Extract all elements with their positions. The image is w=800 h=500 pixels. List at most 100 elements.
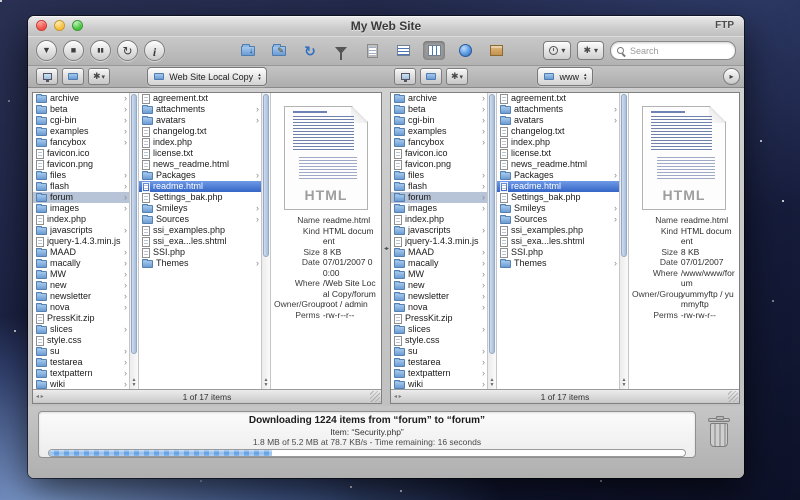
list-item[interactable]: new›: [33, 280, 129, 291]
list-item[interactable]: archive›: [391, 93, 487, 104]
list-item[interactable]: flash›: [33, 181, 129, 192]
list-item[interactable]: flash›: [391, 181, 487, 192]
list-item[interactable]: avatars›: [497, 115, 619, 126]
list-item[interactable]: jquery-1.4.3.min.js: [391, 236, 487, 247]
list-item[interactable]: testarea›: [391, 357, 487, 368]
list-item[interactable]: index.php: [497, 137, 619, 148]
list-item[interactable]: Sources›: [497, 214, 619, 225]
scrollbar[interactable]: ▲▼: [129, 93, 139, 389]
list-item[interactable]: news_readme.html: [139, 159, 261, 170]
list-item[interactable]: forum›: [391, 192, 487, 203]
list-item[interactable]: wiki›: [33, 379, 129, 389]
list-item[interactable]: avatars›: [139, 115, 261, 126]
edit-document-button[interactable]: [361, 41, 383, 60]
list-item[interactable]: favicon.ico: [33, 148, 129, 159]
scrollbar-thumb[interactable]: [621, 94, 627, 257]
server-button[interactable]: [394, 68, 416, 85]
list-item[interactable]: newsletter›: [33, 291, 129, 302]
list-item[interactable]: forum›: [33, 192, 129, 203]
history-dropdown-button[interactable]: ▾: [543, 41, 571, 60]
list-item[interactable]: wiki›: [391, 379, 487, 389]
list-item[interactable]: Settings_bak.php: [497, 192, 619, 203]
list-item[interactable]: newsletter›: [391, 291, 487, 302]
parent-folder-button[interactable]: [62, 68, 84, 85]
scrollbar-arrows-icon[interactable]: ▲▼: [488, 378, 496, 388]
list-item[interactable]: favicon.png: [391, 159, 487, 170]
list-item[interactable]: index.php: [33, 214, 129, 225]
list-item[interactable]: changelog.txt: [497, 126, 619, 137]
list-item[interactable]: favicon.ico: [391, 148, 487, 159]
folder-actions-button[interactable]: ✱▾: [88, 68, 110, 85]
list-item[interactable]: license.txt: [497, 148, 619, 159]
list-item[interactable]: Themes›: [497, 258, 619, 269]
local-column-2[interactable]: agreement.txtattachments›avatars›changel…: [139, 93, 261, 389]
list-item[interactable]: style.css: [33, 335, 129, 346]
list-item[interactable]: su›: [33, 346, 129, 357]
zoom-button[interactable]: [72, 20, 83, 31]
list-item[interactable]: archive›: [33, 93, 129, 104]
list-item[interactable]: Sources›: [139, 214, 261, 225]
list-item[interactable]: testarea›: [33, 357, 129, 368]
title-bar[interactable]: My Web Site FTP: [28, 16, 744, 36]
info-button[interactable]: i: [144, 40, 165, 61]
stop-button[interactable]: ■: [63, 40, 84, 61]
list-item[interactable]: agreement.txt: [497, 93, 619, 104]
list-item[interactable]: ssi_exa...les.shtml: [139, 236, 261, 247]
list-item[interactable]: macally›: [391, 258, 487, 269]
column-scroll-arrows-icon[interactable]: ◂ ▸: [394, 393, 402, 400]
list-item[interactable]: changelog.txt: [139, 126, 261, 137]
close-button[interactable]: [36, 20, 47, 31]
list-item[interactable]: files›: [391, 170, 487, 181]
list-item[interactable]: cgi-bin›: [391, 115, 487, 126]
list-item[interactable]: textpattern›: [391, 368, 487, 379]
scrollbar-arrows-icon[interactable]: ▲▼: [620, 378, 628, 388]
list-item[interactable]: readme.html: [497, 181, 619, 192]
list-item[interactable]: textpattern›: [33, 368, 129, 379]
folder-actions-button[interactable]: ✱▾: [446, 68, 468, 85]
network-button[interactable]: [454, 41, 476, 60]
list-item[interactable]: nova›: [391, 302, 487, 313]
list-item[interactable]: images›: [391, 203, 487, 214]
list-item[interactable]: favicon.png: [33, 159, 129, 170]
search-input[interactable]: [628, 45, 729, 57]
list-view-button[interactable]: [392, 41, 414, 60]
list-item[interactable]: beta›: [33, 104, 129, 115]
pane-divider[interactable]: ◂▸: [382, 92, 390, 404]
download-to-folder-button[interactable]: ↓: [237, 41, 259, 60]
list-item[interactable]: SSI.php: [497, 247, 619, 258]
list-item[interactable]: macally›: [33, 258, 129, 269]
remote-column-2[interactable]: agreement.txtattachments›avatars›changel…: [497, 93, 619, 389]
packages-button[interactable]: [485, 41, 507, 60]
scrollbar-arrows-icon[interactable]: ▲▼: [130, 378, 138, 388]
computer-button[interactable]: [36, 68, 58, 85]
list-item[interactable]: slices›: [33, 324, 129, 335]
scrollbar[interactable]: ▲▼: [487, 93, 497, 389]
list-item[interactable]: attachments›: [497, 104, 619, 115]
list-item[interactable]: index.php: [139, 137, 261, 148]
refresh-button[interactable]: ↻: [117, 40, 138, 61]
list-item[interactable]: MW›: [391, 269, 487, 280]
list-item[interactable]: jquery-1.4.3.min.js: [33, 236, 129, 247]
list-item[interactable]: SSI.php: [139, 247, 261, 258]
list-item[interactable]: su›: [391, 346, 487, 357]
list-item[interactable]: Packages›: [139, 170, 261, 181]
list-item[interactable]: slices›: [391, 324, 487, 335]
parent-folder-button[interactable]: [420, 68, 442, 85]
list-item[interactable]: images›: [33, 203, 129, 214]
list-item[interactable]: files›: [33, 170, 129, 181]
scrollbar-thumb[interactable]: [263, 94, 269, 257]
list-item[interactable]: Smileys›: [139, 203, 261, 214]
list-item[interactable]: Smileys›: [497, 203, 619, 214]
column-view-button[interactable]: [423, 41, 445, 60]
start-transfer-button[interactable]: ▼: [36, 40, 57, 61]
list-item[interactable]: ssi_examples.php: [139, 225, 261, 236]
html-document-preview-icon[interactable]: HTML: [642, 106, 726, 210]
actions-dropdown-button[interactable]: ✱ ▾: [577, 41, 604, 60]
list-item[interactable]: javascripts›: [391, 225, 487, 236]
synchronize-button[interactable]: ↻: [299, 41, 321, 60]
scrollbar[interactable]: ▲▼: [619, 93, 629, 389]
list-item[interactable]: examples›: [33, 126, 129, 137]
list-item[interactable]: examples›: [391, 126, 487, 137]
list-item[interactable]: cgi-bin›: [33, 115, 129, 126]
list-item[interactable]: javascripts›: [33, 225, 129, 236]
